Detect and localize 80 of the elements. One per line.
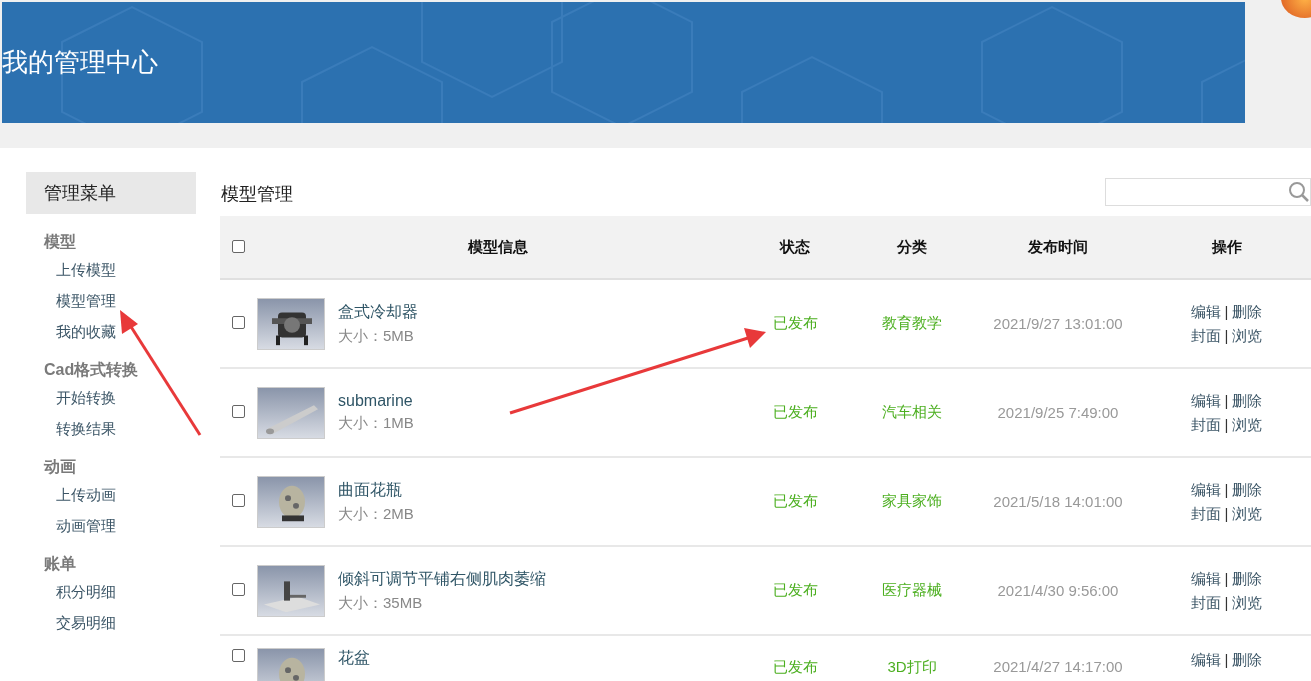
select-all-checkbox[interactable] bbox=[231, 239, 245, 253]
category-text: 医疗器械 bbox=[882, 581, 942, 598]
publish-time: 2021/5/18 14:01:00 bbox=[993, 493, 1123, 510]
menu-heading: 模型 bbox=[44, 232, 77, 252]
menu-item[interactable]: 动画管理 bbox=[56, 517, 196, 536]
model-name[interactable]: 花盆 bbox=[338, 648, 370, 669]
model-name[interactable]: 倾斜可调节平铺右侧肌肉萎缩 bbox=[338, 568, 546, 590]
row-checkbox[interactable] bbox=[231, 583, 245, 596]
status-text: 已发布 bbox=[772, 492, 818, 509]
menu-item[interactable]: 交易明细 bbox=[56, 614, 196, 633]
menu-heading: Cad格式转换 bbox=[44, 360, 140, 380]
action-link[interactable]: 浏览 bbox=[1232, 593, 1263, 611]
separator: | bbox=[1224, 593, 1229, 611]
section-title: 模型管理 bbox=[220, 183, 293, 206]
status-text: 已发布 bbox=[772, 658, 818, 675]
menu-item[interactable]: 我的收藏 bbox=[56, 323, 196, 342]
action-link[interactable]: 删除 bbox=[1232, 391, 1263, 409]
action-link[interactable]: 封面 bbox=[1190, 326, 1221, 344]
publish-time: 2021/4/30 9:56:00 bbox=[997, 582, 1119, 599]
model-size: 大小：1MB bbox=[338, 414, 414, 433]
menu-title: 管理菜单 bbox=[26, 172, 196, 214]
separator: | bbox=[1224, 651, 1229, 668]
action-link[interactable]: 删除 bbox=[1232, 302, 1263, 320]
search-icon[interactable] bbox=[1288, 181, 1310, 203]
action-link[interactable]: 删除 bbox=[1232, 651, 1263, 668]
model-size: 大小：5MB bbox=[338, 326, 415, 346]
category-text: 家具家饰 bbox=[882, 492, 942, 509]
category-text: 汽车相关 bbox=[882, 403, 942, 420]
publish-time: 2021/4/27 14:17:00 bbox=[993, 658, 1123, 675]
status-text: 已发布 bbox=[772, 403, 818, 420]
menu-item[interactable]: 模型管理 bbox=[56, 292, 196, 311]
row-checkbox[interactable] bbox=[231, 316, 245, 329]
separator: | bbox=[1224, 504, 1229, 522]
column-header: 模型信息 bbox=[256, 216, 740, 279]
menu-item[interactable]: 上传模型 bbox=[56, 261, 196, 280]
action-link[interactable]: 编辑 bbox=[1190, 480, 1221, 498]
row-checkbox[interactable] bbox=[231, 649, 245, 662]
category-text: 教育教学 bbox=[882, 314, 942, 331]
action-link[interactable]: 封面 bbox=[1190, 504, 1221, 522]
menu-heading: 账单 bbox=[44, 554, 77, 574]
model-name[interactable]: 曲面花瓶 bbox=[338, 479, 414, 501]
action-link[interactable]: 编辑 bbox=[1190, 302, 1221, 320]
action-link[interactable]: 封面 bbox=[1190, 593, 1221, 611]
column-header: 分类 bbox=[850, 216, 974, 279]
status-text: 已发布 bbox=[772, 314, 818, 331]
search-field[interactable] bbox=[1105, 178, 1311, 206]
separator: | bbox=[1224, 326, 1229, 344]
model-size: 大小：35MB bbox=[338, 593, 424, 613]
action-link[interactable]: 编辑 bbox=[1190, 391, 1221, 409]
publish-time: 2021/9/25 7:49:00 bbox=[997, 404, 1119, 421]
publish-time: 2021/9/27 13:01:00 bbox=[993, 315, 1123, 332]
column-header: 发布时间 bbox=[974, 216, 1142, 279]
model-name[interactable]: submarine bbox=[338, 392, 414, 410]
action-link[interactable]: 浏览 bbox=[1232, 415, 1263, 433]
category-text: 3D打印 bbox=[887, 658, 937, 675]
row-checkbox[interactable] bbox=[231, 494, 245, 507]
action-link[interactable]: 编辑 bbox=[1190, 569, 1221, 587]
menu-item[interactable]: 转换结果 bbox=[56, 420, 196, 439]
model-name[interactable]: 盒式冷却器 bbox=[338, 301, 418, 323]
separator: | bbox=[1224, 415, 1229, 433]
separator: | bbox=[1224, 391, 1229, 409]
action-link[interactable]: 删除 bbox=[1232, 569, 1263, 587]
action-link[interactable]: 浏览 bbox=[1232, 504, 1263, 522]
separator: | bbox=[1224, 302, 1229, 320]
row-checkbox[interactable] bbox=[231, 405, 245, 418]
separator: | bbox=[1224, 569, 1229, 587]
separator: | bbox=[1224, 480, 1229, 498]
menu-heading: 动画 bbox=[44, 457, 77, 477]
page-title: 我的管理中心 bbox=[2, 46, 158, 79]
menu-item[interactable]: 开始转换 bbox=[56, 389, 196, 408]
menu-item[interactable]: 积分明细 bbox=[56, 583, 196, 602]
menu-item[interactable]: 上传动画 bbox=[56, 486, 196, 505]
action-link[interactable]: 浏览 bbox=[1232, 326, 1263, 344]
action-link[interactable]: 删除 bbox=[1232, 480, 1263, 498]
column-header: 操作 bbox=[1142, 216, 1311, 279]
model-size: 大小：2MB bbox=[338, 504, 414, 524]
action-link[interactable]: 封面 bbox=[1190, 415, 1221, 433]
status-text: 已发布 bbox=[772, 581, 818, 598]
column-header: 状态 bbox=[740, 216, 850, 279]
action-link[interactable]: 编辑 bbox=[1190, 651, 1221, 668]
